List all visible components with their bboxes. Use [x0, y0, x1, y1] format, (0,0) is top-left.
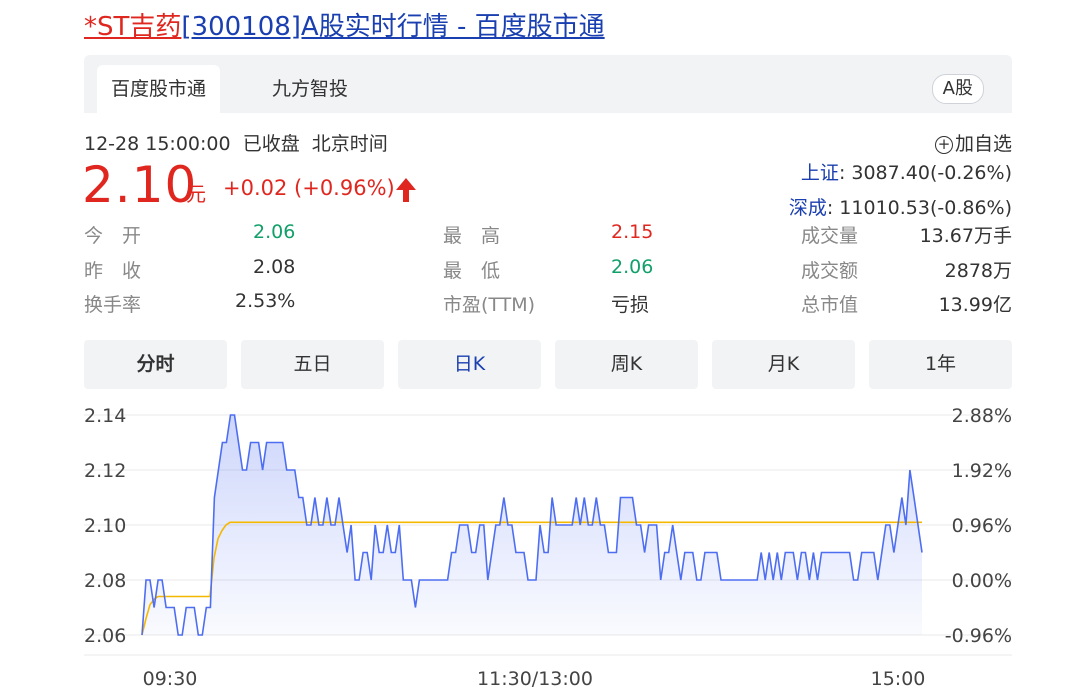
pe-value: 亏损 [611, 294, 650, 316]
tab-intraday[interactable]: 分时 [84, 340, 227, 389]
current-price: 2.10 [82, 156, 198, 214]
y-tick-label: 2.12 [84, 460, 126, 482]
y-tick-label: 2.08 [84, 570, 126, 592]
y-axis-right-labels: 2.88% 1.92% 0.96% 0.00% -0.96% [945, 405, 1012, 647]
x-tick-label: 15:00 [871, 668, 926, 690]
volume-label: 成交量 [801, 225, 859, 247]
tab-daily-k[interactable]: 日K [398, 340, 541, 389]
volume-value: 13.67万手 [919, 225, 1012, 247]
tab-weekly-k[interactable]: 周K [555, 340, 698, 389]
market-badge[interactable]: A股 [931, 74, 984, 104]
market-status: 已收盘 [242, 133, 300, 155]
y-tick-label: 2.06 [84, 625, 126, 647]
quote-timestamp-row: 12-28 15:00:00 已收盘 北京时间 [84, 129, 388, 156]
index-shanghai[interactable]: 上证: 3087.40(-0.26%) [801, 158, 1012, 185]
y-right-tick-label: 0.00% [952, 570, 1012, 592]
tab-monthly-k[interactable]: 月K [712, 340, 855, 389]
period-selector: 分时 五日 日K 周K 月K 1年 [84, 340, 1012, 389]
index-shenzhen-label[interactable]: 深成 [789, 197, 827, 219]
y-tick-label: 2.14 [84, 405, 126, 427]
pe-label: 市盈(TTM) [443, 294, 536, 316]
price-change: +0.02 (+0.96%) [223, 176, 395, 200]
index-shanghai-value: : 3087.40(-0.26%) [838, 162, 1012, 184]
quote-timestamp: 12-28 15:00:00 [84, 133, 231, 155]
prev-close-label: 昨 收 [84, 260, 142, 282]
stock-name-link[interactable]: *ST吉药 [84, 12, 181, 42]
plus-circle-icon: + [934, 136, 953, 154]
add-watchlist-button[interactable]: + 加自选 [934, 129, 1012, 156]
timezone-label: 北京时间 [311, 133, 388, 155]
page-title[interactable]: *ST吉药[300108]A股实时行情 - 百度股市通 [84, 6, 605, 43]
amount-value: 2878万 [944, 260, 1012, 282]
open-value: 2.06 [253, 221, 296, 243]
y-tick-label: 2.10 [84, 515, 126, 537]
x-axis-labels: 09:30 11:30/13:00 15:00 [143, 668, 926, 690]
intraday-chart[interactable]: 2.14 2.12 2.10 2.08 2.06 2.88% 1.92% 0.96% 0.00… [0, 395, 1080, 700]
prev-close-value: 2.08 [253, 256, 296, 278]
turnover-label: 换手率 [84, 294, 142, 316]
open-label: 今 开 [84, 225, 142, 247]
tab-jiufang[interactable]: 九方智投 [258, 65, 362, 113]
low-value: 2.06 [611, 256, 654, 278]
index-shanghai-label[interactable]: 上证 [801, 162, 839, 184]
price-unit: 元 [186, 182, 206, 206]
arrow-up-icon [396, 178, 416, 202]
amount-label: 成交额 [801, 260, 859, 282]
x-tick-label: 09:30 [143, 668, 198, 690]
y-right-tick-label: 2.88% [952, 405, 1012, 427]
source-tabbar: 百度股市通 九方智投 A股 [84, 55, 1012, 113]
x-tick-label: 11:30/13:00 [477, 668, 593, 690]
y-right-tick-label: -0.96% [945, 625, 1012, 647]
index-shenzhen[interactable]: 深成: 11010.53(-0.86%) [789, 193, 1012, 220]
y-axis-labels: 2.14 2.12 2.10 2.08 2.06 [84, 405, 126, 647]
index-shenzhen-value: : 11010.53(-0.86%) [826, 197, 1012, 219]
tab-baidu-gushitong[interactable]: 百度股市通 [97, 65, 221, 113]
high-label: 最 高 [443, 225, 501, 247]
high-value: 2.15 [611, 221, 654, 243]
tab-five-day[interactable]: 五日 [241, 340, 384, 389]
low-label: 最 低 [443, 260, 501, 282]
add-watchlist-label: 加自选 [954, 133, 1012, 155]
market-cap-value: 13.99亿 [938, 294, 1012, 316]
market-cap-label: 总市值 [801, 294, 859, 316]
y-right-tick-label: 0.96% [952, 515, 1012, 537]
tab-one-year[interactable]: 1年 [869, 340, 1012, 389]
y-right-tick-label: 1.92% [952, 460, 1012, 482]
page-title-link[interactable]: [300108]A股实时行情 - 百度股市通 [181, 12, 604, 42]
turnover-value: 2.53% [235, 290, 296, 312]
